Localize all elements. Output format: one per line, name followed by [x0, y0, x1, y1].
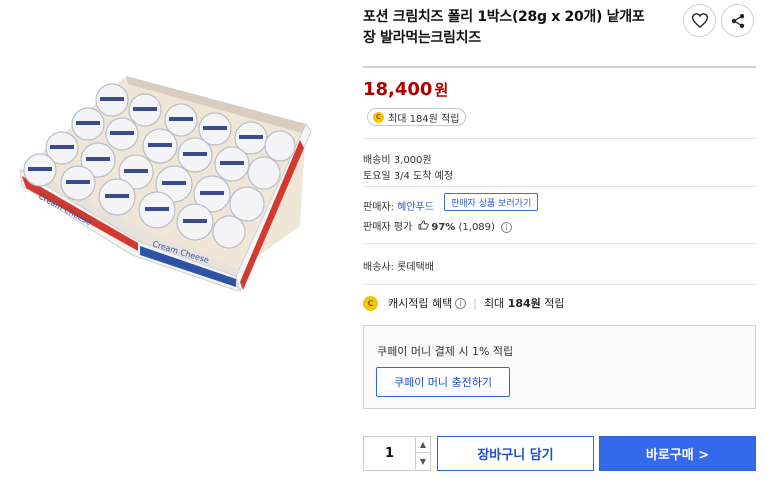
divider	[363, 243, 756, 244]
seller-rating-percent: 97%	[431, 222, 456, 233]
share-icon	[731, 13, 744, 28]
share-button[interactable]	[721, 4, 754, 37]
thumbs-up-icon	[418, 220, 430, 230]
seller-rating-label: 판매자 평가	[363, 222, 413, 233]
quantity-down-icon[interactable]: ▼	[415, 453, 430, 470]
product-image: Cream Cheese Cream Cheese	[19, 76, 312, 293]
shipping-fee: 배송비 3,000원	[363, 155, 432, 166]
coin-icon: C	[373, 111, 384, 123]
seller-rating-row: 판매자 평가 97% (1,089) i	[363, 218, 513, 233]
carrier-info: 배송사: 롯데택배	[363, 262, 434, 273]
quantity-stepper: 1 ▲ ▼	[363, 436, 431, 471]
product-title: 포션 크림치즈 폴리 1박스(28g x 20개) 낱개포장 발라먹는크림치즈	[363, 9, 645, 46]
info-icon[interactable]: i	[455, 297, 467, 309]
arrival-date: 토요일 3/4 도착 예정	[363, 171, 454, 182]
add-to-cart-button[interactable]: 장바구니 담기	[437, 436, 594, 471]
cash-max-label: 최대	[483, 297, 505, 310]
coupay-text: 쿠페이 머니 결제 시 1% 적립	[377, 345, 514, 358]
seller-name-link[interactable]: 혜안푸드	[397, 202, 434, 213]
cash-reward-row: C 캐시적립 혜택 i | 최대 184원 적립	[363, 295, 565, 311]
reward-label: 최대 184원 적립	[388, 113, 460, 125]
separator: |	[473, 296, 477, 310]
reward-badge: C 최대 184원 적립	[367, 108, 467, 126]
price-currency: 원	[434, 81, 449, 99]
divider	[363, 284, 756, 285]
wishlist-button[interactable]	[683, 4, 716, 37]
cash-amount: 184원	[507, 297, 541, 310]
divider	[363, 138, 756, 139]
product-detail-page: Cream Cheese Cream Cheese 포션 크림치즈 폴리 1박스…	[0, 0, 773, 490]
price-value: 18,400	[363, 79, 433, 100]
seller-row: 판매자: 혜안푸드	[363, 198, 434, 213]
divider	[363, 186, 756, 187]
quantity-up-icon[interactable]: ▲	[415, 437, 430, 453]
cash-suffix: 적립	[544, 297, 565, 310]
seller-rating-count: (1,089)	[458, 222, 495, 233]
info-icon[interactable]: i	[501, 221, 513, 233]
quantity-input[interactable]: 1	[364, 437, 415, 470]
heart-icon	[691, 13, 708, 28]
cash-label: 캐시적립 혜택	[388, 297, 453, 310]
buy-now-button[interactable]: 바로구매 >	[599, 436, 756, 471]
seller-items-tooltip[interactable]: 판매자 상품 보러가기	[444, 193, 539, 211]
seller-label: 판매자:	[363, 202, 398, 213]
coupay-money-box: 쿠페이 머니 결제 시 1% 적립 쿠페이 머니 충전하기	[363, 325, 756, 409]
coupay-charge-button[interactable]: 쿠페이 머니 충전하기	[376, 367, 510, 397]
product-price: 18,400 원	[363, 79, 448, 100]
divider	[363, 66, 756, 68]
cash-coin-icon: C	[363, 295, 378, 311]
